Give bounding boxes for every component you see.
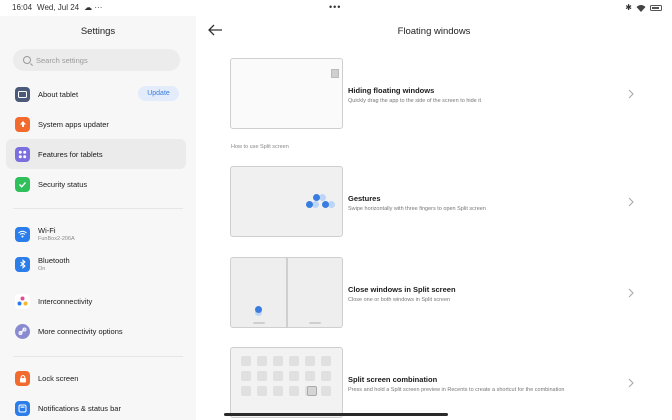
sidebar-item-about-tablet[interactable]: About tablet Update <box>6 79 186 109</box>
sidebar-item-label: Features for tablets <box>38 149 103 159</box>
sidebar-item-label: Interconnectivity <box>38 296 93 306</box>
divider <box>13 356 183 357</box>
multitask-dots[interactable]: ••• <box>329 2 341 12</box>
gestures-preview-image <box>230 166 343 237</box>
sidebar-item-label: About tablet <box>38 89 79 99</box>
search-icon <box>23 56 31 64</box>
sidebar-item-lock-screen[interactable]: Lock screen <box>6 363 186 393</box>
arrow-up-icon <box>15 116 30 132</box>
settings-sidebar: Settings About tablet Update System apps… <box>0 16 196 420</box>
wifi-status-icon <box>636 4 646 12</box>
home-indicator[interactable] <box>224 413 448 416</box>
shield-check-icon <box>15 176 30 192</box>
update-button[interactable]: Update <box>138 86 179 101</box>
bluetooth-state: On <box>38 266 46 272</box>
search-input[interactable] <box>36 55 166 65</box>
sidebar-item-wifi[interactable]: Wi-Fi FunBox2-206A <box>6 219 186 249</box>
divider <box>13 208 183 209</box>
row-description: Press and hold a Split screen preview in… <box>348 387 565 393</box>
option-split-screen-combination[interactable]: Split screen combination Press and hold … <box>230 347 635 420</box>
close-windows-preview-image <box>230 257 343 328</box>
row-title: Gestures <box>348 194 381 203</box>
interconnect-icon <box>15 293 30 309</box>
chevron-right-icon <box>628 197 634 207</box>
sidebar-item-notifications[interactable]: Notifications & status bar <box>6 393 186 420</box>
row-description: Quickly drag the app to the side of the … <box>348 98 481 104</box>
grid-icon <box>15 146 30 162</box>
page-title: Floating windows <box>397 26 471 37</box>
sidebar-item-features-for-tablets[interactable]: Features for tablets <box>6 139 186 169</box>
option-close-windows-split-screen[interactable]: Close windows in Split screen Close one … <box>230 257 635 333</box>
hiding-preview-image <box>230 58 343 129</box>
combination-preview-image <box>230 347 343 418</box>
chevron-right-icon <box>628 89 634 99</box>
page-title: Settings <box>80 26 116 37</box>
row-title: Close windows in Split screen <box>348 285 456 294</box>
option-gestures[interactable]: Gestures Swipe horizontally with three f… <box>230 166 635 242</box>
status-time: 16:04 <box>12 3 33 12</box>
bluetooth-icon <box>15 256 30 272</box>
bell-icon <box>15 400 30 416</box>
row-description: Swipe horizontally with three fingers to… <box>348 206 486 212</box>
sidebar-item-label: Notifications & status bar <box>38 403 121 413</box>
link-icon <box>15 323 30 339</box>
row-title: Hiding floating windows <box>348 86 435 95</box>
status-date: Wed, Jul 24 <box>37 3 80 12</box>
sidebar-item-label: Lock screen <box>38 373 79 383</box>
sidebar-item-label: Security status <box>38 179 88 189</box>
section-label: How to use Split screen <box>231 144 289 150</box>
status-bar: 16:04 Wed, Jul 24 ☁ ··· ••• ✱ <box>0 0 672 16</box>
floating-windows-panel: Floating windows Hiding floating windows… <box>196 16 672 420</box>
tablet-icon <box>15 86 30 102</box>
chevron-right-icon <box>628 378 634 388</box>
wifi-icon <box>15 226 30 242</box>
sidebar-item-bluetooth[interactable]: Bluetooth On <box>6 249 186 279</box>
status-extra: ☁ ··· <box>84 3 103 12</box>
sidebar-item-interconnectivity[interactable]: Interconnectivity <box>6 286 186 316</box>
sidebar-item-label: Wi-Fi <box>38 226 56 235</box>
search-bar[interactable] <box>13 49 180 71</box>
bluetooth-status-icon: ✱ <box>625 3 632 12</box>
sidebar-item-more-connectivity[interactable]: More connectivity options <box>6 316 186 346</box>
battery-icon <box>650 4 662 11</box>
row-description: Close one or both windows in Split scree… <box>348 297 451 303</box>
lock-icon <box>15 370 30 386</box>
sidebar-item-label: System apps updater <box>38 119 109 129</box>
row-title: Split screen combination <box>348 375 438 384</box>
sidebar-item-label: Bluetooth <box>38 256 70 265</box>
sidebar-item-security-status[interactable]: Security status <box>6 169 186 199</box>
chevron-right-icon <box>628 288 634 298</box>
sidebar-item-label: More connectivity options <box>38 326 123 336</box>
option-hiding-floating-windows[interactable]: Hiding floating windows Quickly drag the… <box>230 58 635 134</box>
sidebar-item-system-apps-updater[interactable]: System apps updater <box>6 109 186 139</box>
wifi-network-name: FunBox2-206A <box>38 236 75 242</box>
